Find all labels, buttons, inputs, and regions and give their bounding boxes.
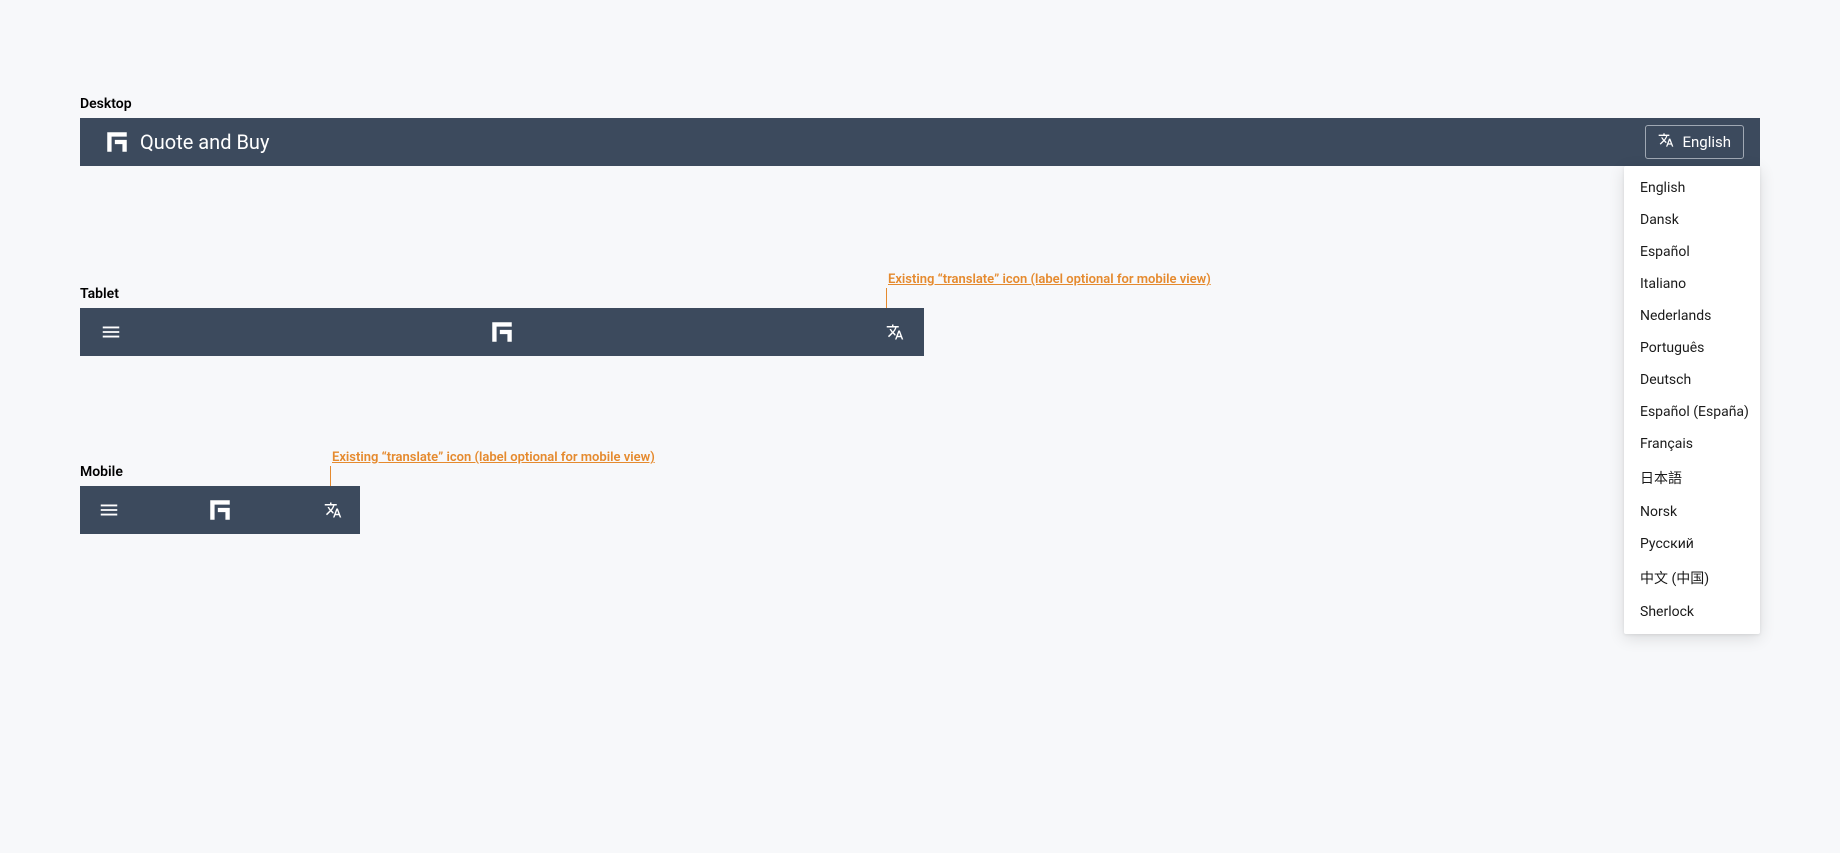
desktop-section: Desktop Quote and Buy English bbox=[80, 96, 1760, 166]
desktop-label: Desktop bbox=[80, 96, 1760, 112]
tablet-header-bar bbox=[80, 308, 924, 356]
language-option[interactable]: Español (España) bbox=[1624, 396, 1760, 428]
language-dropdown: English Dansk Español Italiano Nederland… bbox=[1624, 166, 1760, 634]
language-option[interactable]: 日本語 bbox=[1624, 460, 1760, 496]
mobile-section: Existing “translate” icon (label optiona… bbox=[80, 464, 1760, 534]
mobile-label: Mobile bbox=[80, 464, 1760, 480]
app-title: Quote and Buy bbox=[140, 130, 269, 154]
language-option[interactable]: Nederlands bbox=[1624, 300, 1760, 332]
tablet-label: Tablet bbox=[80, 286, 1760, 302]
language-option[interactable]: Español bbox=[1624, 236, 1760, 268]
tablet-section: Existing “translate” icon (label optiona… bbox=[80, 286, 1760, 356]
mobile-annotation: Existing “translate” icon (label optiona… bbox=[332, 450, 655, 465]
language-option[interactable]: Português bbox=[1624, 332, 1760, 364]
language-option[interactable]: Sherlock bbox=[1624, 596, 1760, 628]
mobile-header-bar bbox=[80, 486, 360, 534]
hamburger-menu-icon[interactable] bbox=[98, 499, 120, 521]
logo-icon bbox=[104, 129, 130, 155]
brand-block: Quote and Buy bbox=[104, 129, 269, 155]
language-selector-label: English bbox=[1682, 133, 1731, 151]
translate-icon[interactable] bbox=[324, 501, 342, 519]
language-option[interactable]: Dansk bbox=[1624, 204, 1760, 236]
language-option[interactable]: English bbox=[1624, 172, 1760, 204]
language-option[interactable]: Русский bbox=[1624, 528, 1760, 560]
translate-icon bbox=[1658, 132, 1674, 152]
logo-icon bbox=[489, 319, 515, 345]
logo-icon bbox=[207, 497, 233, 523]
language-option[interactable]: Italiano bbox=[1624, 268, 1760, 300]
language-option[interactable]: Norsk bbox=[1624, 496, 1760, 528]
tablet-annotation: Existing “translate” icon (label optiona… bbox=[888, 272, 1211, 287]
language-option[interactable]: Deutsch bbox=[1624, 364, 1760, 396]
translate-icon[interactable] bbox=[886, 323, 904, 341]
language-selector-button[interactable]: English bbox=[1645, 125, 1744, 159]
language-option[interactable]: Français bbox=[1624, 428, 1760, 460]
desktop-header-bar: Quote and Buy English English Dansk Espa… bbox=[80, 118, 1760, 166]
hamburger-menu-icon[interactable] bbox=[100, 321, 122, 343]
language-option[interactable]: 中文 (中国) bbox=[1624, 560, 1760, 596]
